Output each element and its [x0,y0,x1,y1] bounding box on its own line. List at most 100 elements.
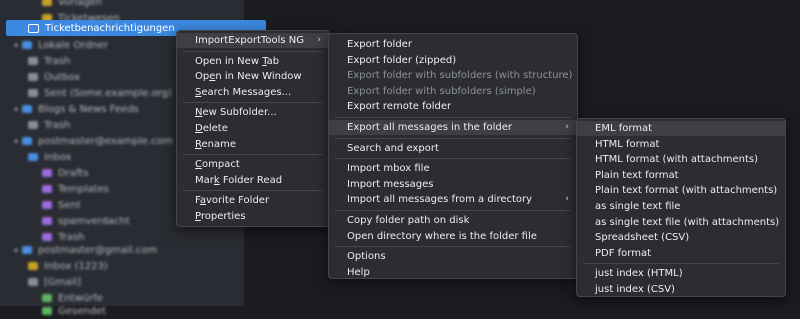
menu-item-export-all-messages-in-the-folder[interactable]: Export all messages in the folder › [329,120,577,135]
menu-item-copy-folder-path-on-disk[interactable]: Copy folder path on disk [329,213,577,228]
folder-tree-row[interactable]: [Gmail] [28,274,81,290]
menu-item-open-in-new-tab[interactable]: Open in New Tab [177,54,329,69]
menu-item-mark-folder-read[interactable]: Mark Folder Read [177,173,329,188]
menu-item-as-single-text-file[interactable]: as single text file [577,199,785,214]
menu-item-label: Export folder with subfolders (simple) [347,85,536,97]
menu-separator [335,246,571,248]
folder-label: Outbox [44,71,81,83]
folder-tree-row[interactable]: Templates [42,181,109,197]
folder-tree-row[interactable]: Gesendet [42,303,106,319]
folder-icon [28,89,38,97]
menu-item-help[interactable]: Help [329,265,577,280]
menu-item-label: New Subfolder... [195,107,277,119]
folder-label: Trash [44,119,71,131]
folder-tree-row[interactable]: Trash [28,53,70,69]
menu-item-search-and-export[interactable]: Search and export [329,141,577,156]
folder-label: Sent (Some.example.org) [44,87,172,99]
menu-item-options[interactable]: Options [329,249,577,264]
folder-icon [42,0,52,6]
menu-item-export-folder-zipped[interactable]: Export folder (zipped) [329,53,577,68]
menu-item-pdf-format[interactable]: PDF format [577,246,785,261]
chevron-right-icon: › [317,35,321,45]
menu-item-spreadsheet-csv[interactable]: Spreadsheet (CSV) [577,230,785,245]
menu-item-label: Delete [195,123,228,134]
menu-item-label: EML format [595,123,653,134]
menu-separator [183,102,323,104]
folder-tree-row[interactable]: ▾ postmaster@gmail.com [14,242,157,258]
menu-separator [335,137,571,139]
folder-tree-row[interactable]: ▾ Blogs & News Feeds [14,101,139,117]
menu-item-label: Rename [195,138,237,150]
menu-item-search-messages[interactable]: Search Messages... [177,85,329,100]
menu-item-properties[interactable]: Properties [177,209,329,224]
menu-item-label: Properties [195,211,246,222]
menu-item-export-folder-with-subfolders-simple[interactable]: Export folder with subfolders (simple) [329,84,577,99]
folder-label: postmaster@gmail.com [38,244,158,256]
folder-tree-row[interactable]: Inbox [28,149,71,165]
folder-label: Lokale Ordner [38,39,109,51]
twisty-icon[interactable]: ▾ [14,41,18,50]
menu-item-import-mbox-file[interactable]: Import mbox file [329,161,577,176]
menu-item-html-format[interactable]: HTML format [577,137,785,152]
folder-icon [42,294,52,302]
menu-item-label: Favorite Folder [195,195,270,207]
menu-item-label: Search Messages... [195,86,292,98]
folder-tree-row[interactable]: Inbox (1223) [28,258,108,274]
menu-item-label: Export all messages in the folder [347,122,513,133]
menu-item-compact[interactable]: Compact [177,157,329,172]
menu-item-label: Import all messages from a directory [347,194,533,206]
folder-tree-row[interactable]: Trash [28,117,70,133]
folder-icon [42,169,52,177]
menu-item-open-directory-where-is-the-folder-file[interactable]: Open directory where is the folder file [329,229,577,244]
menu-item-label: Search and export [347,142,439,154]
menu-separator [335,158,571,160]
menu-item-export-remote-folder[interactable]: Export remote folder [329,99,577,114]
menu-item-label: Plain text format (with attachments) [595,185,778,197]
folder-tree-row[interactable]: Outbox [28,69,80,85]
menu-item-just-index-html[interactable]: just index (HTML) [577,266,785,281]
folder-tree-row[interactable]: ▾ postmaster@example.com [14,133,172,149]
menu-item-import-messages[interactable]: Import messages [329,177,577,192]
menu-item-delete[interactable]: Delete [177,121,329,136]
menu-item-open-in-new-window[interactable]: Open in New Window [177,69,329,84]
twisty-icon[interactable]: ▾ [14,137,18,146]
menu-item-label: PDF format [595,247,652,259]
folder-icon [28,153,38,161]
folder-tree-row[interactable]: spamverdacht [42,213,130,229]
menu-item-export-folder-with-subfolders-with-structure[interactable]: Export folder with subfolders (with stru… [329,68,577,83]
menu-item-label: Export folder [347,39,412,50]
folder-icon [22,41,33,49]
folder-icon [28,23,39,33]
folder-icon [28,278,38,286]
folder-label: Sent [58,199,81,211]
menu-item-html-format-with-attachments[interactable]: HTML format (with attachments) [577,152,785,167]
menu-item-label: Open directory where is the folder file [347,230,537,242]
folder-icon [28,57,38,65]
menu-item-eml-format[interactable]: EML format [577,121,785,136]
folder-label: Gesendet [58,305,107,317]
folder-tree-row[interactable]: Sent [42,197,81,213]
menu-item-new-subfolder[interactable]: New Subfolder... [177,105,329,120]
folder-icon [42,307,52,315]
folder-label: Trash [58,231,85,243]
folder-label: Entwürfe [58,292,103,304]
menu-item-favorite-folder[interactable]: Favorite Folder [177,193,329,208]
menu-item-export-folder[interactable]: Export folder [329,37,577,52]
menu-item-as-single-text-file-with-attachments[interactable]: as single text file (with attachments) [577,215,785,230]
twisty-icon[interactable]: ▾ [14,246,18,255]
menu-item-label: just index (CSV) [595,284,675,295]
folder-icon [22,137,33,145]
twisty-icon[interactable]: ▾ [14,105,18,114]
folder-tree-row[interactable]: ▾ Lokale Ordner [14,37,108,53]
menu-item-importexporttools-ng[interactable]: ImportExportTools NG › [177,33,329,48]
menu-item-label: HTML format [595,138,660,150]
menu-item-import-all-messages-from-a-directory[interactable]: Import all messages from a directory › [329,192,577,207]
menu-item-plain-text-format[interactable]: Plain text format [577,168,785,183]
folder-tree-row[interactable]: Vorlagen [42,0,102,10]
menu-item-plain-text-format-with-attachments[interactable]: Plain text format (with attachments) [577,183,785,198]
folder-tree-row[interactable]: Sent (Some.example.org) [28,85,172,101]
folder-icon [42,201,52,209]
menu-item-just-index-csv[interactable]: just index (CSV) [577,282,785,297]
menu-item-rename[interactable]: Rename [177,137,329,152]
folder-tree-row[interactable]: Drafts [42,165,88,181]
